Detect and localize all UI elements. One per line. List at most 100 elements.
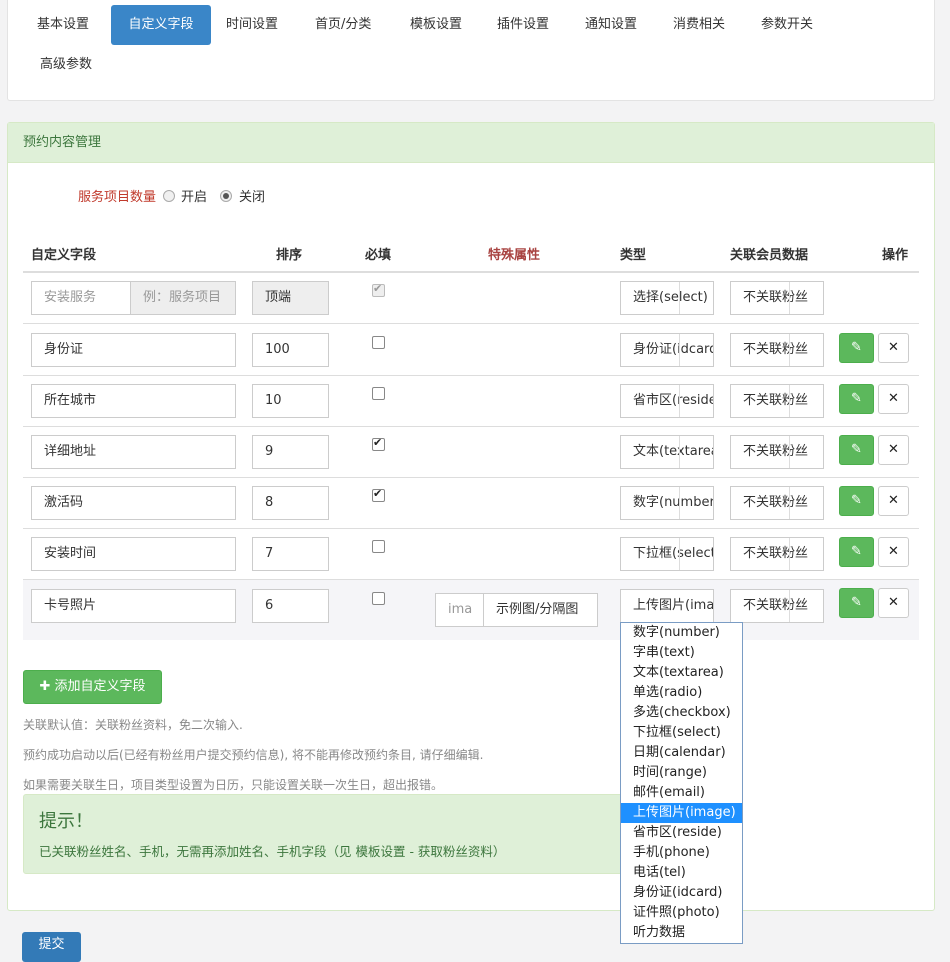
special-attr-addon: 示例图/分隔图 <box>483 593 598 627</box>
field-name-input[interactable]: 激活码 <box>31 486 236 520</box>
dropdown-option[interactable]: 邮件(email) <box>621 783 742 803</box>
add-custom-field-button[interactable]: ✚ 添加自定义字段 <box>23 670 162 704</box>
col-required: 必填 <box>365 248 392 263</box>
edit-button[interactable]: ✎ <box>839 435 874 465</box>
tip-title: 提示！ <box>39 811 93 832</box>
tab-basic[interactable]: 基本设置 <box>25 5 101 45</box>
field-required-checkbox[interactable] <box>372 540 385 553</box>
tab-consume[interactable]: 消费相关 <box>661 5 737 45</box>
field-order-input[interactable]: 6 <box>252 589 329 623</box>
close-icon: ✕ <box>888 493 899 508</box>
field-order-input[interactable]: 7 <box>252 537 329 571</box>
dropdown-option[interactable]: 字串(text) <box>621 643 742 663</box>
dropdown-option-selected[interactable]: 上传图片(image) <box>621 803 742 823</box>
field-order-input[interactable]: 10 <box>252 384 329 418</box>
dropdown-option[interactable]: 单选(radio) <box>621 683 742 703</box>
tab-advanced[interactable]: 高级参数 <box>28 45 104 85</box>
field-required-checkbox[interactable] <box>372 487 385 502</box>
header-divider <box>23 271 919 273</box>
service-count-off-radio[interactable] <box>220 190 232 202</box>
tab-template[interactable]: 模板设置 <box>398 5 474 45</box>
dropdown-option[interactable]: 日期(calendar) <box>621 743 742 763</box>
field-member-select[interactable]: 不关联粉丝 <box>730 384 824 418</box>
close-icon: ✕ <box>888 391 899 406</box>
field-name-input[interactable]: 安装时间 <box>31 537 236 571</box>
dropdown-option[interactable]: 身份证(idcard) <box>621 883 742 903</box>
field-name-input[interactable]: 所在城市 <box>31 384 236 418</box>
field-required-checkbox[interactable] <box>372 436 385 451</box>
plus-icon: ✚ <box>39 679 55 694</box>
field-required-checkbox[interactable] <box>372 592 385 605</box>
edit-button[interactable]: ✎ <box>839 384 874 414</box>
tab-home-category[interactable]: 首页/分类 <box>303 5 383 45</box>
delete-button[interactable]: ✕ <box>878 537 909 567</box>
tab-custom-fields[interactable]: 自定义字段 <box>111 5 211 45</box>
delete-button[interactable]: ✕ <box>878 486 909 516</box>
field-member-select[interactable]: 不关联粉丝 <box>730 486 824 520</box>
delete-button[interactable]: ✕ <box>878 384 909 414</box>
field-member-select[interactable]: 不关联粉丝 <box>730 435 824 469</box>
field-type-select[interactable]: 下拉框(select) <box>620 537 714 571</box>
field-required-checkbox[interactable] <box>372 336 385 349</box>
dropdown-option[interactable]: 时间(range) <box>621 763 742 783</box>
dropdown-option[interactable]: 听力数据 <box>621 923 742 943</box>
special-attr-input[interactable]: ima <box>435 593 484 627</box>
dropdown-option[interactable]: 证件照(photo) <box>621 903 742 923</box>
add-custom-field-label: 添加自定义字段 <box>54 679 146 694</box>
close-icon: ✕ <box>888 442 899 457</box>
edit-button[interactable]: ✎ <box>839 333 874 363</box>
delete-button[interactable]: ✕ <box>878 588 909 618</box>
service-count-on-radio[interactable] <box>163 190 175 202</box>
dropdown-option[interactable]: 多选(checkbox) <box>621 703 742 723</box>
col-order: 排序 <box>276 248 303 263</box>
col-special: 特殊属性 <box>488 248 541 263</box>
field-name-input[interactable]: 详细地址 <box>31 435 236 469</box>
edit-icon: ✎ <box>851 544 862 559</box>
new-field-name-input[interactable]: 安装服务 <box>31 281 131 315</box>
field-type-select[interactable]: 文本(textarea) <box>620 435 714 469</box>
dropdown-option[interactable]: 数字(number) <box>621 623 742 643</box>
tab-notify[interactable]: 通知设置 <box>573 5 649 45</box>
new-field-type-select[interactable]: 选择(select) <box>620 281 714 315</box>
type-dropdown-list[interactable]: 数字(number) 字串(text) 文本(textarea) 单选(radi… <box>620 622 743 944</box>
field-member-select[interactable]: 不关联粉丝 <box>730 333 824 367</box>
edit-button[interactable]: ✎ <box>839 537 874 567</box>
tab-switches[interactable]: 参数开关 <box>749 5 825 45</box>
new-field-order: 顶端 <box>252 281 329 315</box>
field-type-select[interactable]: 上传图片(image) <box>620 589 714 623</box>
note-lock: 预约成功启动以后(已经有粉丝用户提交预约信息), 将不能再修改预约条目, 请仔细… <box>23 748 484 762</box>
row-divider <box>23 528 919 529</box>
edit-button[interactable]: ✎ <box>839 588 874 618</box>
tab-plugin[interactable]: 插件设置 <box>485 5 561 45</box>
tip-body: 已关联粉丝姓名、手机，无需再添加姓名、手机字段（见 模板设置 - 获取粉丝资料） <box>39 844 506 859</box>
service-count-on-label: 开启 <box>181 190 208 205</box>
edit-button[interactable]: ✎ <box>839 486 874 516</box>
field-name-input[interactable]: 卡号照片 <box>31 589 236 623</box>
service-count-off-label: 关闭 <box>239 190 266 205</box>
field-name-input[interactable]: 身份证 <box>31 333 236 367</box>
dropdown-option[interactable]: 下拉框(select) <box>621 723 742 743</box>
field-type-select[interactable]: 数字(number) <box>620 486 714 520</box>
field-required-checkbox[interactable] <box>372 387 385 400</box>
field-order-input[interactable]: 9 <box>252 435 329 469</box>
edit-icon: ✎ <box>851 442 862 457</box>
field-order-input[interactable]: 8 <box>252 486 329 520</box>
field-member-select[interactable]: 不关联粉丝 <box>730 589 824 623</box>
tab-time[interactable]: 时间设置 <box>214 5 290 45</box>
row-divider <box>23 477 919 478</box>
dropdown-option[interactable]: 电话(tel) <box>621 863 742 883</box>
field-member-select[interactable]: 不关联粉丝 <box>730 537 824 571</box>
field-type-select[interactable]: 身份证(idcard) <box>620 333 714 367</box>
field-type-select[interactable]: 省市区(reside) <box>620 384 714 418</box>
delete-button[interactable]: ✕ <box>878 435 909 465</box>
col-action: 操作 <box>882 248 909 263</box>
dropdown-option[interactable]: 省市区(reside) <box>621 823 742 843</box>
submit-button[interactable]: 提交 <box>22 932 81 962</box>
dropdown-option[interactable]: 文本(textarea) <box>621 663 742 683</box>
close-icon: ✕ <box>888 595 899 610</box>
dropdown-option[interactable]: 手机(phone) <box>621 843 742 863</box>
field-order-input[interactable]: 100 <box>252 333 329 367</box>
delete-button[interactable]: ✕ <box>878 333 909 363</box>
close-icon: ✕ <box>888 340 899 355</box>
new-field-member-select[interactable]: 不关联粉丝 <box>730 281 824 315</box>
